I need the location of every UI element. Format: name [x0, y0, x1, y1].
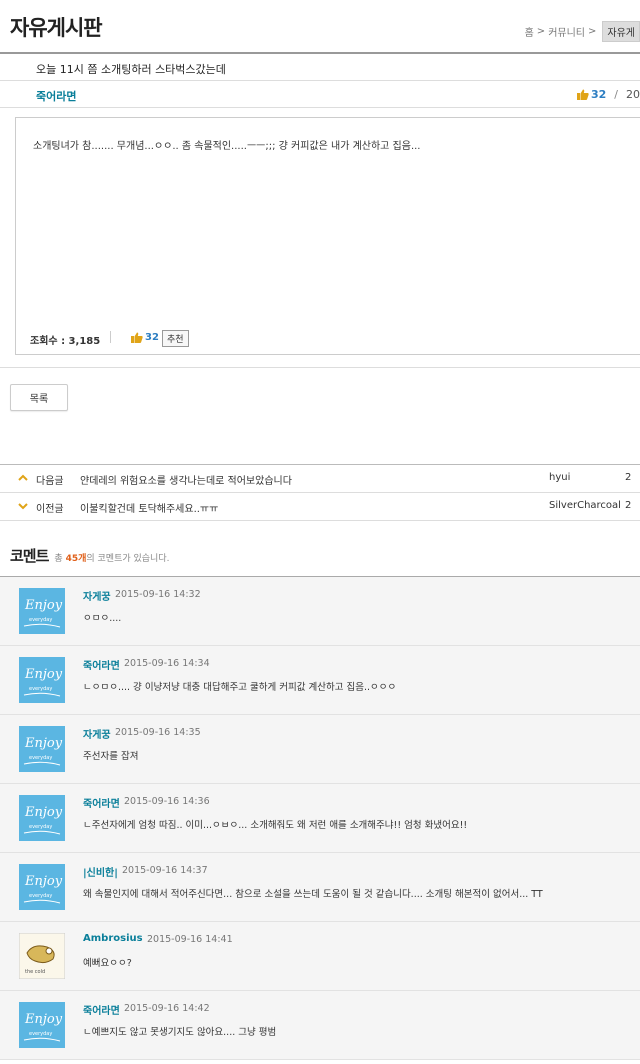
comment-text: ㄴ예쁘지도 않고 못생기지도 않아요.... 그냥 평범: [83, 1027, 277, 1038]
comment-text: ㄴㅇㅁㅇ.... 걍 이냥저냥 대충 대답해주고 쿨하게 커피값 계산하고 집음…: [83, 682, 397, 693]
thumbs-up-icon: [576, 89, 589, 100]
post-body: 소개팅녀가 참....... 무개념...ㅇㅇ.. 좀 속물적인.....ㅡㅡ;…: [33, 141, 421, 152]
comment-text: ㅇㅁㅇ....: [83, 613, 122, 624]
svg-text:everyday: everyday: [29, 1031, 52, 1037]
divider: [0, 464, 640, 465]
comments-header: 코멘트 총 45개의 코멘트가 있습니다.: [10, 545, 169, 566]
comment-date: 2015-09-16 14:34: [124, 658, 210, 669]
comment-author[interactable]: 죽어라면: [83, 657, 120, 672]
breadcrumb-home[interactable]: 홈: [525, 24, 534, 39]
comment-date: 2015-09-16 14:37: [122, 865, 208, 876]
svg-text:Enjoy: Enjoy: [24, 667, 63, 682]
prev-post-extra: 2: [625, 500, 632, 511]
divider: [0, 52, 640, 54]
post-like-summary: 32 / 20: [576, 88, 640, 101]
breadcrumb-sep: >: [536, 26, 546, 37]
breadcrumb-current[interactable]: 자유게: [602, 21, 640, 42]
breadcrumb: 홈 > 커뮤니티 > 자유게: [525, 21, 640, 42]
comment-text: 예뻐요ㅇㅇ?: [83, 958, 132, 969]
comment-item: Enjoy everyday 죽어라면 2015-09-16 14:36 ㄴ주선자에게 …: [0, 784, 640, 853]
comments-title: 코멘트: [10, 547, 49, 565]
comment-date: 2015-09-16 14:35: [115, 727, 201, 738]
avatar[interactable]: Enjoy everyday: [19, 588, 65, 634]
list-button[interactable]: 목록: [10, 384, 68, 411]
avatar[interactable]: the cold: [18, 932, 66, 980]
comment-item: Enjoy everyday 죽어라면 2015-09-16 14:34 ㄴㅇㅁㅇ...…: [0, 646, 640, 715]
avatar[interactable]: Enjoy everyday: [19, 1002, 65, 1048]
svg-text:Enjoy: Enjoy: [24, 598, 63, 613]
svg-text:Enjoy: Enjoy: [24, 805, 63, 820]
comment-author[interactable]: Ambrosius: [83, 933, 143, 944]
comment-text: 왜 속물인지에 대해서 적어주신다면... 참으로 소설을 쓰는데 도움이 될 …: [83, 889, 543, 900]
next-post-extra: 2: [625, 472, 632, 483]
post-like-inline: 32: [131, 332, 159, 343]
divider: [0, 80, 640, 81]
comment-date: 2015-09-16 14:32: [115, 589, 201, 600]
post-content-box: [15, 117, 640, 355]
comment-text: ㄴ주선자에게 엄청 따짐.. 이미...ㅇㅂㅇ... 소개해줘도 왜 저런 애를…: [83, 820, 468, 831]
next-post-user[interactable]: hyui: [549, 472, 570, 483]
svg-text:Enjoy: Enjoy: [24, 1012, 63, 1027]
comment-date: 2015-09-16 14:42: [124, 1003, 210, 1014]
avatar[interactable]: Enjoy everyday: [19, 795, 65, 841]
post-like-count: 32: [590, 88, 607, 101]
comment-author[interactable]: 죽어라면: [83, 795, 120, 810]
chevron-down-icon: [18, 503, 28, 510]
next-post-label: 다음글: [36, 476, 64, 487]
svg-text:everyday: everyday: [29, 755, 52, 761]
chevron-up-icon: [18, 474, 28, 481]
svg-text:Enjoy: Enjoy: [24, 874, 63, 889]
comment-author[interactable]: 자게꿍: [83, 726, 111, 741]
svg-text:the cold: the cold: [25, 969, 45, 975]
prev-post-user[interactable]: SilverCharcoal: [549, 500, 621, 511]
page-title: 자유게시판: [10, 16, 103, 40]
breadcrumb-sep: >: [588, 26, 597, 37]
comment-item: Enjoy everyday |신비한| 2015-09-16 14:37 왜 속물인지…: [0, 853, 640, 922]
comment-date: 2015-09-16 14:36: [124, 796, 210, 807]
comment-author[interactable]: 죽어라면: [83, 1002, 120, 1017]
comment-author[interactable]: 자게꿍: [83, 588, 111, 603]
like-count: 32: [145, 332, 159, 343]
next-post-row[interactable]: 다음글 얀데레의 위험요소를 생각나는데로 적어보았습니다 hyui 2: [0, 466, 640, 490]
comment-author[interactable]: |신비한|: [83, 864, 118, 879]
avatar[interactable]: Enjoy everyday: [19, 864, 65, 910]
comment-text: 주선자를 잡져: [83, 751, 139, 762]
comment-item: the cold Ambrosius 2015-09-16 14:41 예뻐요ㅇㅇ?: [0, 922, 640, 991]
breadcrumb-community[interactable]: 커뮤니티: [548, 24, 585, 39]
svg-text:Enjoy: Enjoy: [24, 736, 63, 751]
divider: [0, 520, 640, 521]
comments-count: 45개: [65, 554, 87, 564]
prev-post-row[interactable]: 이전글 이불킥할건데 토닥해주세요..ㅠㅠ SilverCharcoal 2: [0, 494, 640, 518]
avatar[interactable]: Enjoy everyday: [19, 657, 65, 703]
comment-item: Enjoy everyday 자게꿍 2015-09-16 14:32 ㅇㅁㅇ....: [0, 577, 640, 646]
post-subject: 오늘 11시 쯤 소개팅하러 스타벅스갔는데: [36, 63, 226, 76]
view-count: 조회수 : 3,185: [30, 336, 101, 347]
divider: [110, 331, 111, 343]
svg-text:everyday: everyday: [29, 824, 52, 830]
post-count-extra: 20: [626, 88, 640, 101]
avatar[interactable]: Enjoy everyday: [19, 726, 65, 772]
comments-count-text: 총 45개의 코멘트가 있습니다.: [54, 551, 169, 564]
prev-post-label: 이전글: [36, 504, 64, 515]
comment-date: 2015-09-16 14:41: [147, 934, 233, 945]
svg-text:everyday: everyday: [29, 893, 52, 899]
comment-item: Enjoy everyday 자게꿍 2015-09-16 14:35 주선자를 잡져: [0, 715, 640, 784]
divider: [0, 107, 640, 108]
divider: [0, 492, 640, 493]
thumbs-up-icon: [131, 332, 143, 343]
svg-text:everyday: everyday: [29, 617, 52, 623]
recommend-button[interactable]: 추천: [162, 330, 189, 347]
comments-post: 의 코멘트가 있습니다.: [86, 554, 170, 564]
comment-item: Enjoy everyday 죽어라면 2015-09-16 14:42 ㄴ예쁘지도 않…: [0, 991, 640, 1060]
prev-post-title[interactable]: 이불킥할건데 토닥해주세요..ㅠㅠ: [80, 500, 218, 515]
divider: [0, 367, 640, 368]
next-post-title[interactable]: 얀데레의 위험요소를 생각나는데로 적어보았습니다: [80, 472, 292, 487]
svg-text:everyday: everyday: [29, 686, 52, 692]
comments-pre: 총: [54, 554, 63, 564]
post-author[interactable]: 죽어라면: [36, 88, 76, 104]
